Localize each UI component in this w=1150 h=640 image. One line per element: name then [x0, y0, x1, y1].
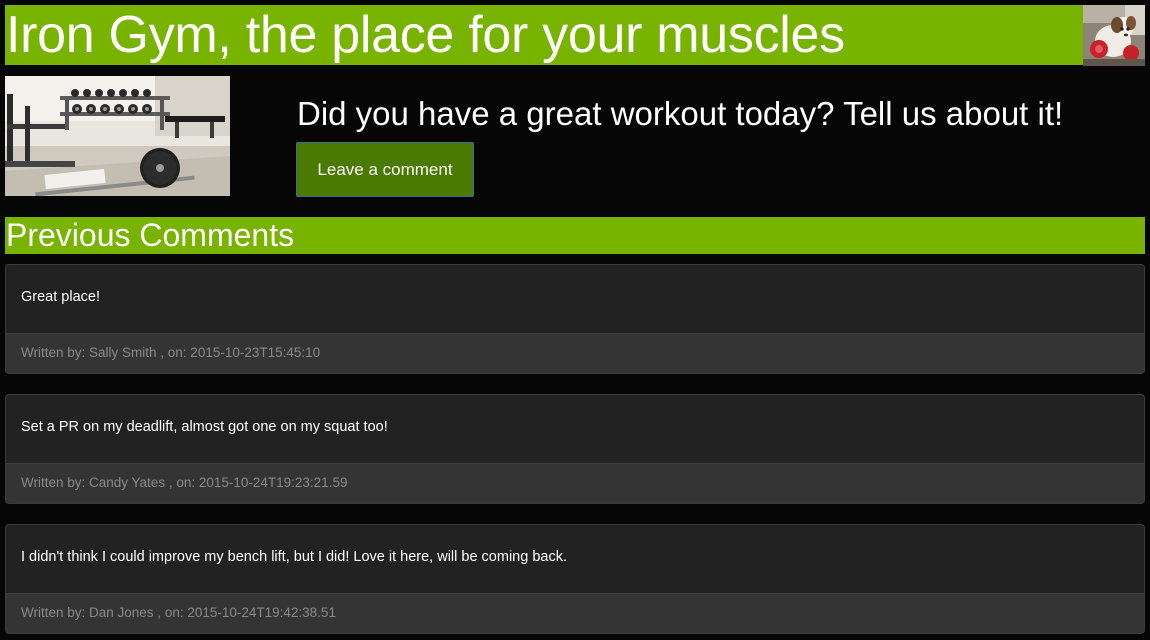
previous-comments-banner: Previous Comments — [5, 217, 1145, 254]
comment-body: Set a PR on my deadlift, almost got one … — [6, 395, 1144, 463]
comment-meta: Written by: Dan Jones , on: 2015-10-24T1… — [21, 605, 336, 620]
comment-meta: Written by: Candy Yates , on: 2015-10-24… — [21, 475, 348, 490]
comment-text: I didn't think I could improve my bench … — [21, 549, 567, 565]
leave-comment-button[interactable]: Leave a comment — [296, 142, 474, 197]
gym-photo — [5, 76, 230, 196]
page-title: Iron Gym, the place for your muscles — [6, 6, 845, 64]
comment-body: I didn't think I could improve my bench … — [6, 525, 1144, 593]
comment-meta: Written by: Sally Smith , on: 2015-10-23… — [21, 345, 321, 360]
comment-text: Set a PR on my deadlift, almost got one … — [21, 419, 388, 435]
comment-footer: Written by: Candy Yates , on: 2015-10-24… — [6, 463, 1144, 503]
comment-body: Great place! — [6, 265, 1144, 333]
comment-footer: Written by: Dan Jones , on: 2015-10-24T1… — [6, 593, 1144, 633]
dog-photo-icon — [1083, 5, 1145, 66]
header-banner: Iron Gym, the place for your muscles — [5, 5, 1083, 65]
workout-prompt-heading: Did you have a great workout today? Tell… — [297, 95, 1064, 132]
gym-equipment-photo-icon — [5, 76, 230, 196]
comment-text: Great place! — [21, 289, 100, 305]
comment-footer: Written by: Sally Smith , on: 2015-10-23… — [6, 333, 1144, 373]
comment-card: Set a PR on my deadlift, almost got one … — [5, 394, 1145, 504]
previous-comments-title: Previous Comments — [6, 217, 295, 253]
comment-card: Great place! Written by: Sally Smith , o… — [5, 264, 1145, 374]
page: Iron Gym, the place for your muscles Did… — [0, 0, 1150, 640]
avatar[interactable] — [1083, 5, 1145, 66]
comment-card: I didn't think I could improve my bench … — [5, 524, 1145, 634]
